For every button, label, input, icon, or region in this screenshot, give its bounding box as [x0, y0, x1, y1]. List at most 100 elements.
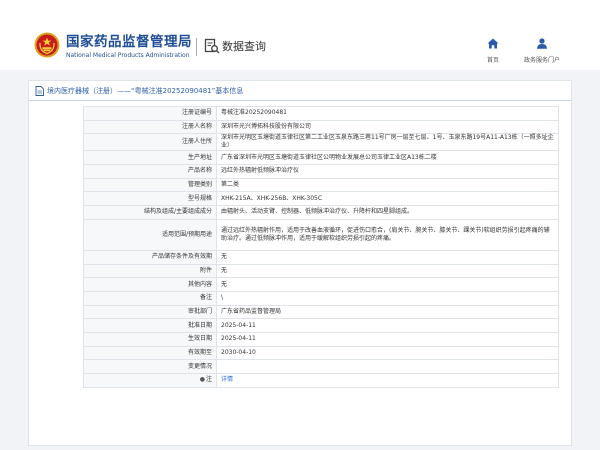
field-value-text: 远红外热辐射低频脉冲治疗仪 [221, 167, 300, 175]
table-row: ●注 详情 [83, 373, 559, 388]
field-value-text: 无 [221, 280, 228, 288]
national-emblem-icon [34, 32, 60, 58]
field-label-text: 备注 [199, 294, 212, 302]
field-value: \ [216, 290, 559, 306]
field-label: ●注 [83, 373, 217, 388]
field-label-text: 变更情况 [187, 362, 212, 370]
field-label: 注册人住所 [83, 133, 217, 152]
field-label-text: 管理类别 [187, 181, 212, 189]
table-row: 生产地址 广东省深圳市光明区玉塘街道玉律社区公明物业发展总公司玉律工业区A13栋二… [83, 150, 559, 166]
field-value: 广东省深圳市光明区玉塘街道玉律社区公明物业发展总公司玉律工业区A13栋二楼 [216, 150, 559, 166]
org-title[interactable]: 国家药品监督管理局 National Medical Products Admi… [66, 34, 192, 60]
nav-home[interactable]: 首页 [487, 34, 499, 64]
field-label: 结构及组成/主要组成成分 [83, 205, 217, 220]
field-value: 无 [216, 263, 559, 279]
field-value: 远红外热辐射低频脉冲治疗仪 [216, 164, 559, 179]
table-row: 注册人名称 深圳市光兴博拓科技股份有限公司 [83, 119, 559, 135]
field-label: 审批部门 [83, 304, 217, 320]
field-label: 产品名称 [83, 164, 217, 179]
field-label: 型号规格 [83, 191, 217, 207]
nav-gov-portal-label: 政务服务门户 [524, 57, 561, 64]
table-row: 结构及组成/主要组成成分 由辐射头、活动支臂、控制器、低频脉冲治疗仪、升降杆和四星… [83, 205, 559, 220]
field-value-text: 2025-04-11 [221, 321, 256, 329]
home-icon [487, 38, 499, 49]
field-value-text: 无 [221, 266, 228, 274]
field-label-text: 审批部门 [187, 307, 212, 315]
bullet-icon: ● [199, 376, 205, 384]
field-label: 批准日期 [83, 318, 217, 333]
field-value: 无 [216, 249, 559, 265]
field-label-text: 注册人住所 [181, 138, 212, 146]
table-row: 生效日期 2025-04-11 [83, 331, 559, 347]
field-value-text: 无 [221, 253, 228, 261]
nav-home-label: 首页 [487, 57, 500, 64]
field-label-text: 结构及组成/主要组成成分 [143, 208, 212, 216]
table-row: 注册证编号 粤械注准20252090481 [83, 106, 559, 121]
field-label-text: 适用范围/预期用途 [161, 230, 212, 238]
field-value-text: 2025-04-11 [221, 335, 256, 343]
field-value-text: 广东省药品监督管理局 [221, 307, 282, 315]
field-value-text: 广东省深圳市光明区玉塘街道玉律社区公明物业发展总公司玉律工业区A13栋二楼 [221, 153, 437, 161]
field-value: 无 [216, 277, 559, 292]
table-row: 审批部门 广东省药品监督管理局 [83, 304, 559, 320]
field-label-text: 批准日期 [187, 321, 212, 329]
field-label-text: 注册证编号 [181, 109, 212, 117]
table-row: 备注 \ [83, 290, 559, 306]
table-row: 变更情况 [83, 359, 559, 374]
field-value-text: XHK-215A、XHK-256B、XHK-305C [221, 194, 323, 202]
field-value-text: 深圳市光明区玉塘街道玉律社区第二工业区玉泉东路三巷11号厂房一层至七层、1号、玉… [221, 134, 554, 150]
field-value-text: \ [221, 294, 224, 302]
document-icon [35, 85, 44, 96]
field-value-text: 2030-04-10 [221, 348, 256, 356]
field-value [216, 359, 559, 374]
field-label: 生效日期 [83, 331, 217, 347]
data-query-link[interactable]: 数据查询 [204, 38, 266, 54]
field-value: 粤械注准20252090481 [216, 106, 559, 121]
detail-card: 境内医疗器械（注册）——“粤械注准20252090481”基本信息 注册证编号 粤… [28, 80, 572, 446]
field-value: XHK-215A、XHK-256B、XHK-305C [216, 191, 559, 207]
field-label: 附件 [83, 263, 217, 279]
field-label: 管理类别 [83, 177, 217, 193]
field-value: 2030-04-10 [216, 345, 559, 361]
field-label: 生产地址 [83, 150, 217, 166]
table-row: 管理类别 第二类 [83, 177, 559, 193]
field-value: 通过远红外热辐射作用，适用于改善血液循环，促进伤口愈合，(肩关节、腕关节、膝关节… [216, 218, 559, 251]
field-label: 注册人名称 [83, 119, 217, 135]
user-icon [537, 38, 547, 49]
field-label-text: 有效期至 [187, 348, 212, 356]
table-row: 有效期至 2030-04-10 [83, 345, 559, 361]
field-label-text: 其他内容 [187, 280, 212, 288]
field-label: 产品储存条件及有效期 [83, 249, 217, 265]
field-label: 注册证编号 [83, 106, 217, 121]
field-label: 变更情况 [83, 359, 217, 374]
table-row: 适用范围/预期用途 通过远红外热辐射作用，适用于改善血液循环，促进伤口愈合，(肩关… [83, 218, 559, 251]
breadcrumb-text: 境内医疗器械（注册）——“粤械注准20252090481”基本信息 [47, 86, 244, 95]
field-value: 详情 [216, 373, 559, 388]
table-row: 型号规格 XHK-215A、XHK-256B、XHK-305C [83, 191, 559, 207]
field-value: 深圳市光兴博拓科技股份有限公司 [216, 119, 559, 135]
field-label-text: 注册人名称 [181, 123, 212, 131]
field-value-text: 深圳市光兴博拓科技股份有限公司 [221, 123, 312, 131]
field-value: 2025-04-11 [216, 318, 559, 333]
field-label-text: 产品储存条件及有效期 [151, 253, 212, 261]
breadcrumb: 境内医疗器械（注册）——“粤械注准20252090481”基本信息 [29, 81, 571, 101]
field-label-text: 型号规格 [187, 194, 212, 202]
field-value: 广东省药品监督管理局 [216, 304, 559, 320]
details-link[interactable]: 详情 [221, 376, 233, 383]
field-value-text: 由辐射头、活动支臂、控制器、低频脉冲治疗仪、升降杆和四星脚组成。 [221, 208, 414, 216]
field-label: 有效期至 [83, 345, 217, 361]
table-row: 产品名称 远红外热辐射低频脉冲治疗仪 [83, 164, 559, 179]
field-label-text: 注 [205, 376, 212, 384]
nav-gov-portal[interactable]: 政务服务门户 [524, 34, 560, 64]
table-row: 批准日期 2025-04-11 [83, 318, 559, 333]
field-value-text: 通过远红外热辐射作用，适用于改善血液循环，促进伤口愈合，(肩关节、腕关节、膝关节… [221, 226, 550, 242]
data-query-icon [204, 38, 220, 54]
data-query-label: 数据查询 [222, 40, 266, 53]
field-value: 第二类 [216, 177, 559, 193]
field-label-text: 生产地址 [187, 153, 212, 161]
org-name-en: National Medical Products Administration [66, 52, 190, 59]
table-row: 其他内容 无 [83, 277, 559, 292]
field-value-text: 粤械注准20252090481 [221, 109, 287, 117]
org-name-cn: 国家药品监督管理局 [66, 34, 192, 50]
field-label: 适用范围/预期用途 [83, 218, 217, 251]
